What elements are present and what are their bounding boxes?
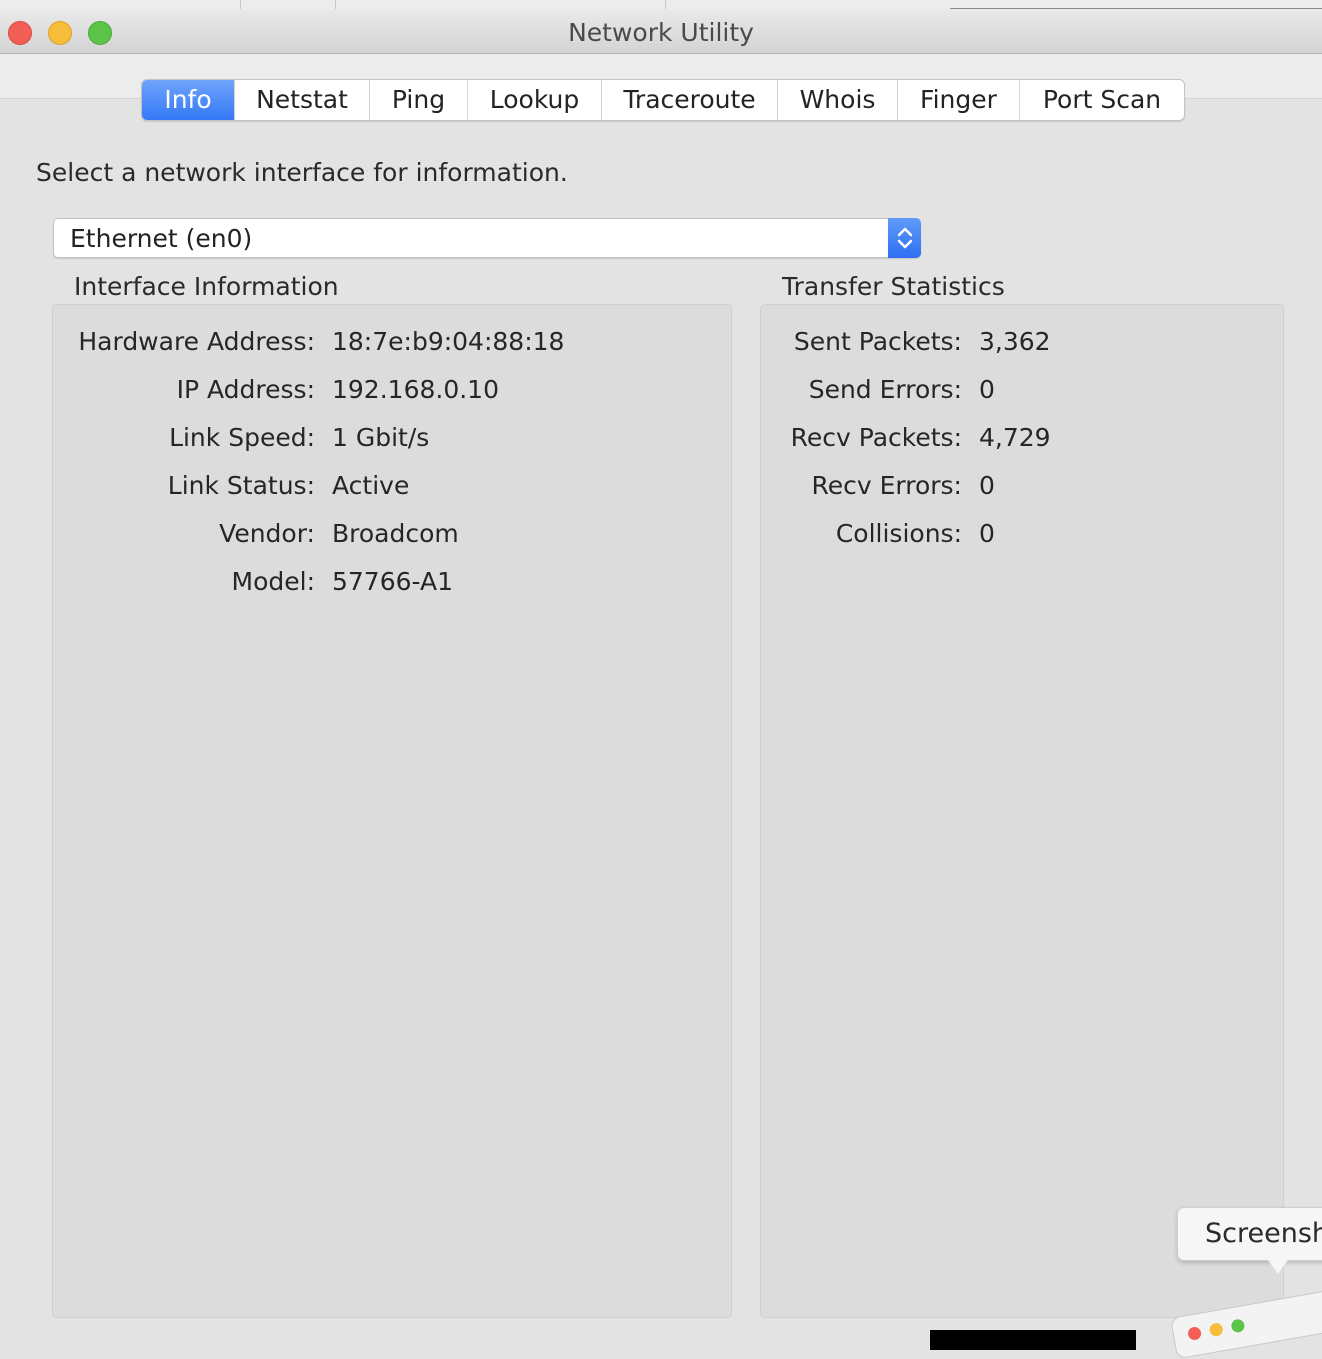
recv-packets-value: 4,729 [979, 423, 1051, 452]
link-status-label: Link Status: [167, 471, 315, 500]
link-speed-value: 1 Gbit/s [332, 423, 430, 452]
transfer-stat-row: Recv Packets: 4,729 [761, 423, 1051, 457]
interface-info-row: Model: 57766-A1 [53, 567, 454, 601]
network-utility-window: Network Utility Info Netstat Ping Lookup… [0, 0, 1322, 1359]
title-bar: Network Utility [0, 10, 1322, 54]
transfer-stat-row: Recv Errors: 0 [761, 471, 994, 505]
transfer-statistics-title: Transfer Statistics [782, 272, 1005, 301]
link-speed-label: Link Speed: [169, 423, 315, 452]
transfer-stat-row: Sent Packets: 3,362 [761, 327, 1051, 361]
tab-port-scan[interactable]: Port Scan [1020, 80, 1184, 120]
updown-arrows-icon[interactable] [888, 218, 921, 258]
send-errors-label: Send Errors: [808, 375, 962, 404]
tab-finger[interactable]: Finger [898, 80, 1020, 120]
black-overlay-bar [930, 1330, 1136, 1350]
tab-bar: Info Netstat Ping Lookup Traceroute Whoi… [141, 79, 1185, 121]
thumbnail-minimize-dot [1208, 1322, 1224, 1338]
tab-netstat[interactable]: Netstat [235, 80, 370, 120]
vendor-value: Broadcom [332, 519, 459, 548]
tab-lookup[interactable]: Lookup [468, 80, 602, 120]
screenshot-tooltip-text: Screensh [1205, 1218, 1322, 1249]
interface-select-value: Ethernet (en0) [70, 224, 253, 253]
interface-info-row: Vendor: Broadcom [53, 519, 459, 553]
interface-information-title: Interface Information [74, 272, 339, 301]
window-title: Network Utility [568, 18, 754, 47]
link-status-value: Active [332, 471, 410, 500]
transfer-stat-row: Collisions: 0 [761, 519, 995, 553]
hardware-address-value: 18:7e:b9:04:88:18 [332, 327, 565, 356]
ip-address-value: 192.168.0.10 [332, 375, 499, 404]
screenshot-tooltip: Screensh [1177, 1207, 1322, 1261]
interface-info-row: Hardware Address: 18:7e:b9:04:88:18 [53, 327, 564, 361]
sent-packets-value: 3,362 [979, 327, 1051, 356]
send-errors-value: 0 [979, 375, 995, 404]
sent-packets-label: Sent Packets: [793, 327, 962, 356]
transfer-statistics-box: Sent Packets: 3,362 Send Errors: 0 Recv … [760, 304, 1284, 1318]
hardware-address-label: Hardware Address: [78, 327, 315, 356]
collisions-label: Collisions: [835, 519, 962, 548]
recv-errors-label: Recv Errors: [811, 471, 962, 500]
tab-info[interactable]: Info [142, 80, 235, 120]
tab-traceroute[interactable]: Traceroute [602, 80, 778, 120]
interface-information-box: Hardware Address: 18:7e:b9:04:88:18 IP A… [52, 304, 732, 1318]
recv-packets-label: Recv Packets: [790, 423, 962, 452]
tooltip-tail [1268, 1260, 1288, 1274]
vendor-label: Vendor: [219, 519, 315, 548]
tab-whois[interactable]: Whois [778, 80, 898, 120]
recv-errors-value: 0 [979, 471, 995, 500]
thumbnail-zoom-dot [1230, 1318, 1246, 1334]
thumbnail-close-dot [1187, 1325, 1203, 1342]
tab-ping[interactable]: Ping [370, 80, 468, 120]
collisions-value: 0 [979, 519, 995, 548]
instruction-text: Select a network interface for informati… [36, 158, 568, 187]
model-value: 57766-A1 [332, 567, 454, 596]
interface-info-row: IP Address: 192.168.0.10 [53, 375, 499, 409]
transfer-stat-row: Send Errors: 0 [761, 375, 995, 409]
interface-select[interactable]: Ethernet (en0) [53, 218, 921, 258]
interface-info-row: Link Speed: 1 Gbit/s [53, 423, 429, 457]
model-label: Model: [231, 567, 315, 596]
interface-info-row: Link Status: Active [53, 471, 410, 505]
background-window-strip [0, 0, 1322, 10]
ip-address-label: IP Address: [176, 375, 315, 404]
